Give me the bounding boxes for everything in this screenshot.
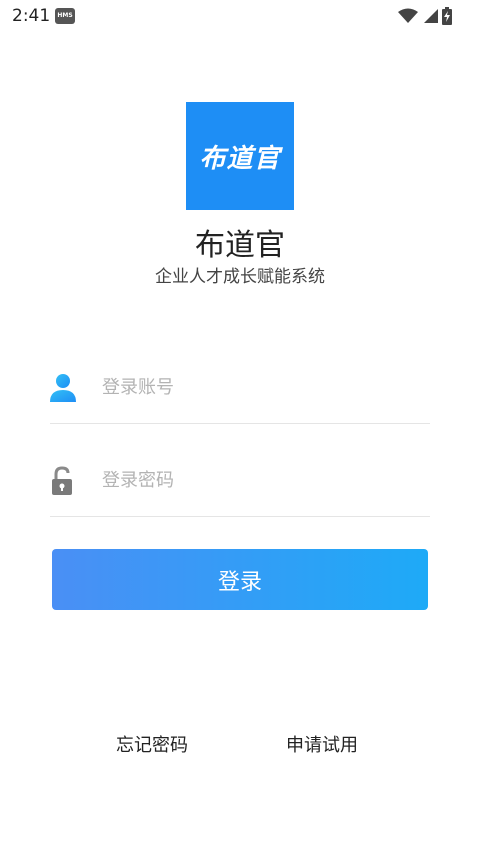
cellular-signal-icon (424, 9, 438, 23)
apply-trial-link[interactable]: 申请试用 (286, 731, 358, 757)
account-field (50, 369, 430, 424)
battery-charging-icon (442, 7, 452, 25)
status-icons (398, 7, 452, 25)
app-subtitle: 企业人才成长赋能系统 (155, 267, 325, 287)
account-input[interactable] (102, 369, 422, 405)
forgot-password-link[interactable]: 忘记密码 (116, 731, 188, 757)
status-time: 2:41 (12, 6, 51, 26)
login-button[interactable]: 登录 (52, 549, 428, 610)
app-name: 布道官 (195, 228, 285, 263)
user-icon (50, 374, 76, 402)
password-field (50, 462, 430, 517)
app-logo: 布道官 (186, 102, 294, 210)
password-input[interactable] (102, 462, 422, 498)
hms-badge: HMS (55, 8, 75, 24)
lock-icon (52, 466, 72, 495)
status-bar: 2:41 HMS (0, 0, 480, 32)
wifi-icon (398, 8, 418, 23)
app-logo-text: 布道官 (199, 143, 281, 174)
